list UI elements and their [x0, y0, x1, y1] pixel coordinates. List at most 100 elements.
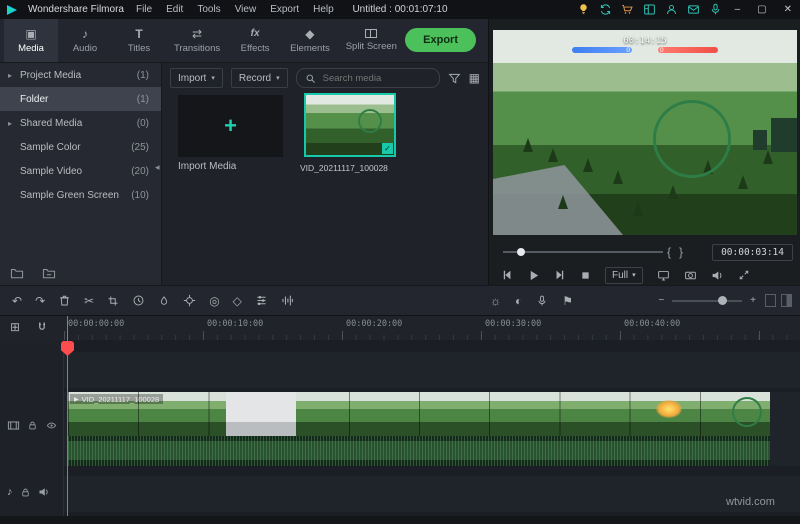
keyframe-icon[interactable]: ◇: [233, 294, 242, 308]
sidebar-item-sample-video[interactable]: Sample Video (20): [0, 159, 161, 183]
sync-icon[interactable]: [599, 3, 612, 16]
grid-view-icon[interactable]: ▦: [469, 71, 480, 85]
tab-media[interactable]: ▣ Media: [4, 19, 58, 62]
tab-audio[interactable]: ♪ Audio: [58, 19, 112, 62]
color-chroma-icon[interactable]: [158, 295, 170, 307]
preview-quality-dropdown[interactable]: Full ▾: [605, 267, 643, 284]
play-button[interactable]: [527, 269, 540, 282]
audio-mixer-icon[interactable]: [281, 294, 294, 307]
record-dropdown[interactable]: Record ▾: [231, 68, 288, 88]
store-cart-icon[interactable]: [621, 3, 634, 16]
redo-icon[interactable]: ↷: [35, 294, 45, 308]
feedback-mail-icon[interactable]: [687, 3, 700, 16]
delete-folder-icon[interactable]: [42, 267, 56, 279]
layout-icon[interactable]: [643, 3, 656, 16]
add-folder-icon[interactable]: [10, 267, 24, 279]
fullscreen-icon[interactable]: [738, 269, 750, 281]
titles-icon: T: [135, 28, 142, 40]
preview-overlay: 00:14:15 0 0: [572, 36, 718, 53]
import-dropdown[interactable]: Import ▾: [170, 68, 223, 88]
motion-tracking-icon[interactable]: ◎: [209, 294, 219, 308]
mark-out-button[interactable]: }: [675, 245, 687, 259]
zoom-in-icon[interactable]: +: [750, 295, 756, 306]
mask-icon[interactable]: ◐: [515, 294, 522, 308]
record-voiceover-icon[interactable]: [536, 295, 548, 307]
menu-file[interactable]: File: [134, 4, 154, 15]
sidebar-item-sample-color[interactable]: Sample Color (25): [0, 135, 161, 159]
media-sidebar: ▸ Project Media (1) Folder (1) ▸ Shared …: [0, 63, 162, 285]
next-frame-button[interactable]: [554, 269, 566, 281]
lock-track-icon[interactable]: [20, 487, 31, 498]
export-button[interactable]: Export: [405, 28, 476, 52]
tab-effects[interactable]: fx Effects: [228, 19, 282, 62]
timeline-zoom-slider[interactable]: [672, 300, 742, 302]
sidebar-item-shared-media[interactable]: ▸ Shared Media (0): [0, 111, 161, 135]
tab-transitions[interactable]: ⇄ Transitions: [166, 19, 228, 62]
mute-track-icon[interactable]: [38, 486, 50, 498]
manage-tracks-icon[interactable]: ⊞: [10, 320, 20, 334]
marker-icon[interactable]: ⚑: [562, 294, 573, 308]
lock-track-icon[interactable]: [27, 420, 38, 431]
snap-magnet-icon[interactable]: [36, 320, 48, 334]
hide-track-eye-icon[interactable]: [45, 420, 58, 431]
collapse-panel-arrow-icon[interactable]: ◂: [155, 162, 160, 173]
tab-split-screen[interactable]: Split Screen: [338, 19, 405, 62]
sidebar-item-folder[interactable]: Folder (1): [0, 87, 161, 111]
media-clip-thumbnail[interactable]: ✓: [304, 93, 396, 157]
scene-tree: [523, 138, 533, 152]
fit-timeline-toggle[interactable]: [765, 294, 776, 307]
timeline-horizontal-scrollbar[interactable]: [0, 516, 800, 524]
display-device-icon[interactable]: [657, 269, 670, 282]
import-media-label: Import Media: [178, 161, 283, 172]
menu-tools[interactable]: Tools: [195, 4, 222, 15]
zoom-slider-handle[interactable]: [718, 296, 727, 305]
scene-tree: [613, 170, 623, 184]
account-icon[interactable]: [665, 3, 678, 16]
panel-layout-toggle[interactable]: [781, 294, 792, 307]
preview-seek-bar[interactable]: [503, 251, 663, 253]
stop-button[interactable]: [580, 270, 591, 281]
auto-enhance-icon[interactable]: ☼: [490, 294, 501, 308]
maximize-button[interactable]: ▢: [753, 4, 770, 15]
scene-tree: [668, 185, 678, 199]
filter-icon[interactable]: [448, 72, 461, 85]
timeline-clip-audio[interactable]: [68, 436, 770, 466]
scene-tree: [633, 202, 643, 216]
sidebar-item-sample-green-screen[interactable]: Sample Green Screen (10): [0, 183, 161, 207]
timeline-clip-video[interactable]: ▶ VID_20211117_100028: [68, 392, 770, 436]
speed-icon[interactable]: [132, 294, 145, 307]
search-box[interactable]: [296, 68, 440, 88]
previous-frame-button[interactable]: [501, 269, 513, 281]
menu-edit[interactable]: Edit: [164, 4, 185, 15]
audio-icon: ♪: [82, 28, 88, 40]
preview-video[interactable]: 00:14:15 0 0: [493, 30, 797, 235]
empty-track[interactable]: [64, 352, 800, 388]
timeline-clip-label: ▶ VID_20211117_100028: [70, 394, 163, 404]
delete-icon[interactable]: [58, 294, 71, 307]
overlay-blue-bar: 0: [572, 47, 632, 53]
snapshot-camera-icon[interactable]: [684, 269, 697, 282]
tab-titles[interactable]: T Titles: [112, 19, 166, 62]
split-scissors-icon[interactable]: ✂: [84, 294, 94, 308]
whats-new-bulb-icon[interactable]: [577, 3, 590, 16]
zoom-out-icon[interactable]: −: [658, 295, 664, 306]
volume-icon[interactable]: [711, 269, 724, 282]
tab-elements[interactable]: ◆ Elements: [282, 19, 338, 62]
menu-export[interactable]: Export: [268, 4, 301, 15]
sidebar-item-project-media[interactable]: ▸ Project Media (1): [0, 63, 161, 87]
adjust-icon[interactable]: [255, 294, 268, 307]
search-input[interactable]: [321, 72, 431, 85]
voice-mic-icon[interactable]: [709, 3, 722, 16]
minimize-button[interactable]: –: [731, 4, 745, 15]
seek-handle[interactable]: [517, 248, 525, 256]
timeline-ruler[interactable]: 00:00:00:00 00:00:10:00 00:00:20:00 00:0…: [64, 316, 800, 340]
crop-icon[interactable]: [107, 295, 119, 307]
pan-zoom-icon[interactable]: [183, 294, 196, 307]
undo-icon[interactable]: ↶: [12, 294, 22, 308]
menu-view[interactable]: View: [233, 4, 259, 15]
audio-track[interactable]: [64, 476, 800, 512]
close-button[interactable]: ✕: [780, 4, 796, 15]
timeline-body: ▶ VID_20211117_100028 ♪: [0, 340, 800, 524]
mark-in-button[interactable]: {: [663, 245, 675, 259]
import-media-tile[interactable]: +: [178, 95, 283, 157]
